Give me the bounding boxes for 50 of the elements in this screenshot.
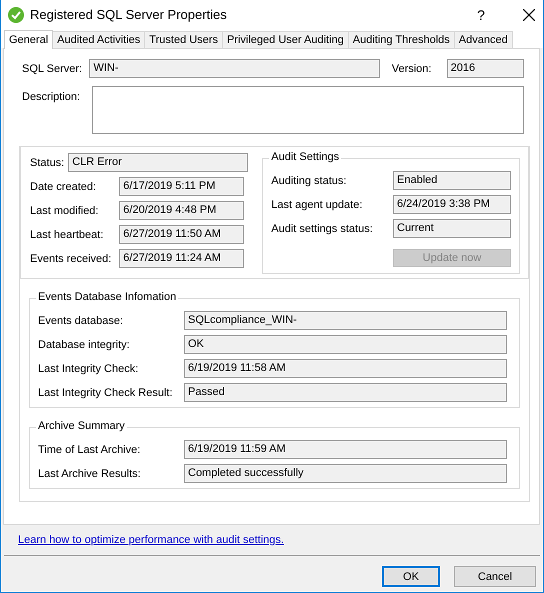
read-only-field[interactable]: 6/19/2019 11:59 AM: [184, 440, 507, 459]
read-only-field[interactable]: WIN-: [89, 59, 380, 78]
read-only-field[interactable]: SQLcompliance_WIN-: [184, 311, 507, 330]
window-title: Registered SQL Server Properties: [30, 7, 228, 22]
help-link[interactable]: Learn how to optimize performance with audit settings.: [18, 534, 543, 546]
read-only-field[interactable]: 6/27/2019 11:50 AM: [119, 225, 244, 244]
field-label: Events received:: [30, 252, 112, 264]
tab[interactable]: General: [4, 30, 54, 49]
read-only-field[interactable]: Completed successfully: [184, 464, 507, 483]
dialog-button[interactable]: Cancel: [454, 566, 536, 587]
field-label: Date created:: [30, 180, 98, 192]
group-title: Audit Settings: [269, 151, 342, 163]
field-label: Auditing status:: [271, 174, 348, 186]
read-only-field[interactable]: 6/17/2019 5:11 PM: [119, 177, 244, 196]
read-only-field[interactable]: 2016: [446, 59, 524, 78]
dialog-button[interactable]: OK: [382, 566, 440, 587]
description-field[interactable]: [92, 86, 524, 134]
tab[interactable]: Audited Activities: [52, 31, 146, 48]
field-label: Version:: [392, 62, 432, 74]
field-label: Last agent update:: [271, 198, 364, 210]
field-label: Last heartbeat:: [30, 228, 104, 240]
field-label: Events database:: [38, 314, 124, 326]
tab[interactable]: Trusted Users: [144, 31, 223, 48]
read-only-field[interactable]: OK: [184, 335, 507, 354]
group-title: Archive Summary: [36, 420, 127, 432]
help-button[interactable]: ?: [471, 6, 491, 22]
read-only-field[interactable]: Enabled: [393, 171, 511, 190]
read-only-field[interactable]: Passed: [184, 383, 507, 402]
field-label: Description:: [22, 91, 82, 103]
read-only-field[interactable]: 6/20/2019 4:48 PM: [119, 201, 244, 220]
field-label: Time of Last Archive:: [38, 444, 142, 456]
field-label: Database integrity:: [38, 338, 131, 350]
field-label: Last Integrity Check:: [38, 362, 140, 374]
field-label: SQL Server:: [22, 62, 84, 74]
group-title: Events Database Infomation: [36, 291, 178, 303]
field-label: Audit settings status:: [271, 222, 374, 234]
read-only-field[interactable]: 6/24/2019 3:38 PM: [393, 195, 511, 214]
read-only-field[interactable]: Current: [393, 219, 511, 238]
tab[interactable]: Auditing Thresholds: [348, 31, 455, 48]
check-circle-icon: [8, 6, 24, 22]
read-only-field[interactable]: 6/27/2019 11:24 AM: [119, 249, 244, 268]
read-only-field[interactable]: 6/19/2019 11:58 AM: [184, 359, 507, 378]
tab[interactable]: Privileged User Auditing: [222, 31, 349, 48]
read-only-field[interactable]: CLR Error: [68, 153, 248, 172]
field-label: Last modified:: [30, 204, 100, 216]
field-label: Last Archive Results:: [38, 468, 142, 480]
close-icon[interactable]: [523, 8, 535, 20]
tab[interactable]: Advanced: [454, 31, 513, 48]
field-label: Status:: [30, 156, 64, 168]
field-label: Last Integrity Check Result:: [38, 386, 174, 398]
